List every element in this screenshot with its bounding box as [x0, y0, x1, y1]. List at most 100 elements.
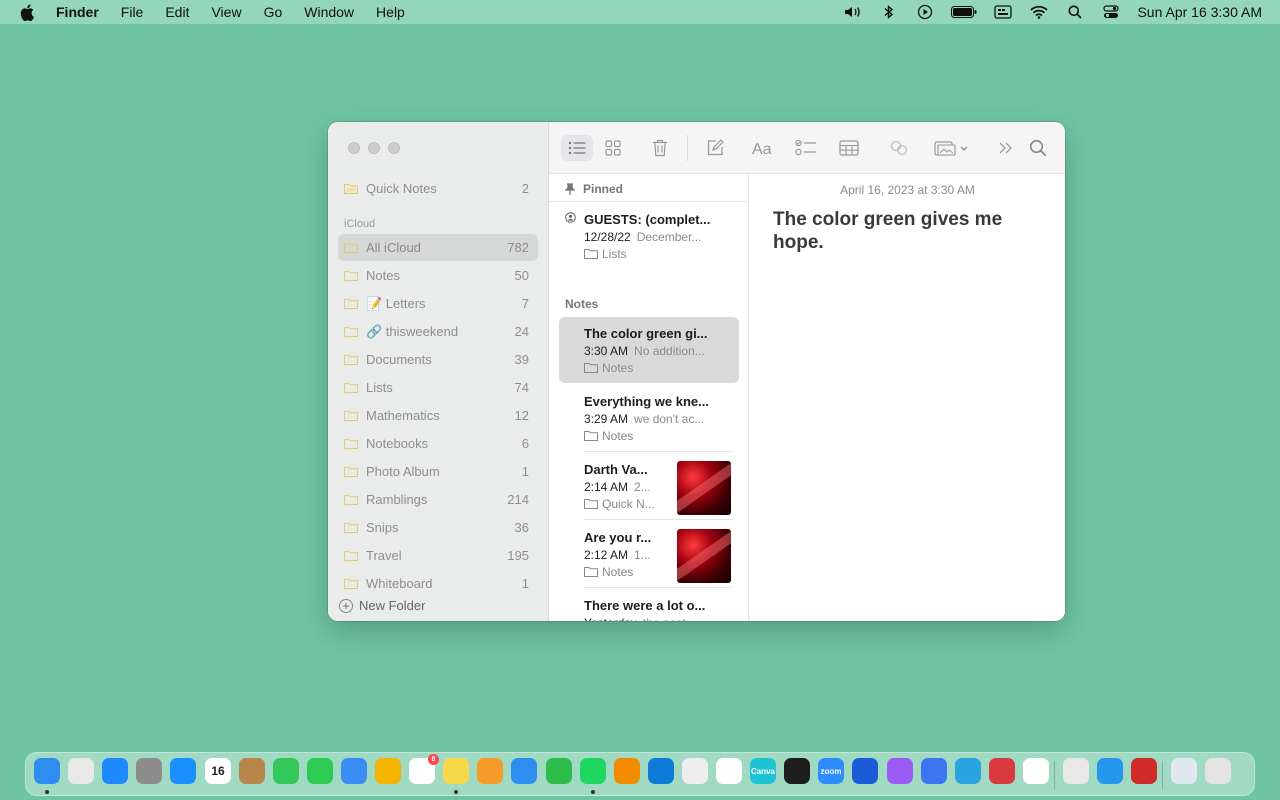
minimize-window-button[interactable] [368, 142, 380, 154]
zoom-window-button[interactable] [388, 142, 400, 154]
note-item[interactable]: There were a lot o... Yesterday the past..… [559, 589, 739, 621]
dock-canva-icon[interactable]: Canva [750, 758, 776, 784]
sidebar-item-folder[interactable]: Documents 39 [338, 346, 538, 373]
dock-expressvpn-icon[interactable] [989, 758, 1015, 784]
more-toolbar-button[interactable] [990, 135, 1022, 161]
insert-table-button[interactable] [833, 135, 865, 161]
note-item[interactable]: The color green gi... 3:30 AM No addition.… [559, 317, 739, 383]
delete-note-button[interactable] [644, 135, 676, 161]
dock-running-indicator [454, 790, 458, 794]
dock-mail-icon[interactable] [341, 758, 367, 784]
dock-photo-booth-icon[interactable] [1131, 758, 1157, 784]
collaborate-button[interactable] [883, 135, 915, 161]
battery-icon[interactable] [950, 3, 978, 21]
sidebar-item-label: All iCloud [366, 240, 421, 255]
dock-badge: 8 [428, 754, 439, 765]
dock-docker-icon[interactable] [1097, 758, 1123, 784]
note-item[interactable]: Everything we kne... 3:29 AM we don't ac..… [559, 385, 739, 452]
sidebar-item-folder[interactable]: Notes 50 [338, 262, 538, 289]
wifi-icon[interactable] [1028, 3, 1050, 21]
dock-pages-icon[interactable] [477, 758, 503, 784]
insert-media-button[interactable] [929, 135, 973, 161]
folder-icon [344, 551, 358, 561]
dock-finder-icon[interactable] [34, 758, 60, 784]
search-notes-button[interactable] [1022, 135, 1054, 161]
dock-calendar-icon[interactable]: 16 [205, 758, 231, 784]
dock-numbers-icon[interactable] [546, 758, 572, 784]
menu-file[interactable]: File [110, 0, 155, 24]
dock-trash-icon[interactable] [1205, 758, 1231, 784]
bluetooth-icon[interactable] [878, 3, 900, 21]
sidebar-item-folder[interactable]: 🔗 thisweekend 24 [338, 318, 538, 345]
dock-reminders-icon[interactable]: 8 [409, 754, 439, 784]
dock-perplexity-icon[interactable] [852, 758, 878, 784]
dock-spotify-icon[interactable] [580, 758, 606, 784]
sidebar-item-folder[interactable]: Mathematics 12 [338, 402, 538, 429]
dock-slack-icon[interactable] [716, 758, 742, 784]
dock-launchpad-icon[interactable] [68, 758, 94, 784]
dock-notes-icon[interactable] [443, 758, 469, 784]
menubar-clock[interactable]: Sun Apr 16 3:30 AM [1137, 4, 1262, 20]
dock-vscode-icon[interactable] [648, 758, 674, 784]
compose-icon [707, 139, 724, 156]
dock-downloads-stack-icon[interactable] [1171, 758, 1197, 784]
menu-help[interactable]: Help [365, 0, 416, 24]
menu-view[interactable]: View [200, 0, 252, 24]
note-folder-label: Notes [602, 565, 634, 579]
sidebar-item-folder[interactable]: Ramblings 214 [338, 486, 538, 513]
dock-telegram-icon[interactable] [955, 758, 981, 784]
dock-figma-icon[interactable] [784, 758, 810, 784]
dock-app-store-icon[interactable] [102, 758, 128, 784]
gallery-view-button[interactable] [597, 135, 629, 161]
note-editor[interactable]: April 16, 2023 at 3:30 AM The color gree… [750, 175, 1065, 621]
sidebar-item-folder[interactable]: Photo Album 1 [338, 458, 538, 485]
sidebar-item-folder[interactable]: 📝 Letters 7 [338, 290, 538, 317]
dock-facetime-icon[interactable] [307, 758, 333, 784]
sidebar-item-quick-notes[interactable]: Quick Notes 2 [338, 175, 538, 202]
dock: 16 8 Canva zoom [25, 752, 1255, 796]
dock-contacts-icon[interactable] [239, 758, 265, 784]
apple-menu-icon[interactable] [18, 3, 36, 21]
sidebar-item-label: Notebooks [366, 436, 429, 451]
dock-messages-icon[interactable] [273, 758, 299, 784]
note-folder: Quick N... [584, 497, 669, 511]
note-item[interactable]: Are you r... 2:12 AM 1... Notes [559, 521, 739, 588]
dock-system-preferences-icon[interactable] [136, 758, 162, 784]
note-item-guests[interactable]: GUESTS: (complet... 12/28/22 December... … [559, 203, 739, 269]
dock-preview-icon[interactable] [1063, 758, 1089, 784]
dock-zoom-icon[interactable]: zoom [818, 758, 844, 784]
list-view-button[interactable] [561, 135, 593, 161]
sidebar-item-folder[interactable]: All iCloud 782 [338, 234, 538, 261]
dock-safari-icon[interactable] [170, 758, 196, 784]
sidebar-item-folder[interactable]: Travel 195 [338, 542, 538, 569]
dock-keynote-icon[interactable] [511, 758, 537, 784]
new-folder-button[interactable]: + New Folder [339, 598, 425, 613]
note-item[interactable]: Darth Va... 2:14 AM 2... Quick N... [559, 453, 739, 520]
note-body-title[interactable]: The color green gives me hope. [773, 208, 1043, 254]
menu-go[interactable]: Go [253, 0, 294, 24]
sidebar-item-folder[interactable]: Notebooks 6 [338, 430, 538, 457]
spotlight-search-icon[interactable] [1064, 3, 1086, 21]
sidebar-item-folder[interactable]: Whiteboard 1 [338, 570, 538, 597]
control-center-icon[interactable] [1100, 3, 1122, 21]
menu-app-finder[interactable]: Finder [52, 0, 110, 24]
keyboard-input-icon[interactable] [992, 3, 1014, 21]
close-window-button[interactable] [348, 142, 360, 154]
sidebar-item-folder[interactable]: Snips 36 [338, 514, 538, 541]
dock-signal-icon[interactable] [921, 758, 947, 784]
dock-messenger-icon[interactable] [887, 758, 913, 784]
folder-icon [344, 299, 358, 309]
dock-chrome-icon[interactable] [1023, 758, 1049, 784]
sidebar-item-folder[interactable]: Lists 74 [338, 374, 538, 401]
compose-note-button[interactable] [699, 135, 731, 161]
volume-icon[interactable] [842, 3, 864, 21]
format-text-button[interactable]: Aa [748, 135, 780, 161]
menu-edit[interactable]: Edit [154, 0, 200, 24]
sidebar-item-count: 50 [514, 268, 529, 283]
dock-downloader-icon[interactable] [682, 758, 708, 784]
play-circle-icon[interactable] [914, 3, 936, 21]
dock-photos-icon[interactable] [375, 758, 401, 784]
checklist-button[interactable] [790, 135, 822, 161]
menu-window[interactable]: Window [293, 0, 365, 24]
dock-vlc-icon[interactable] [614, 758, 640, 784]
